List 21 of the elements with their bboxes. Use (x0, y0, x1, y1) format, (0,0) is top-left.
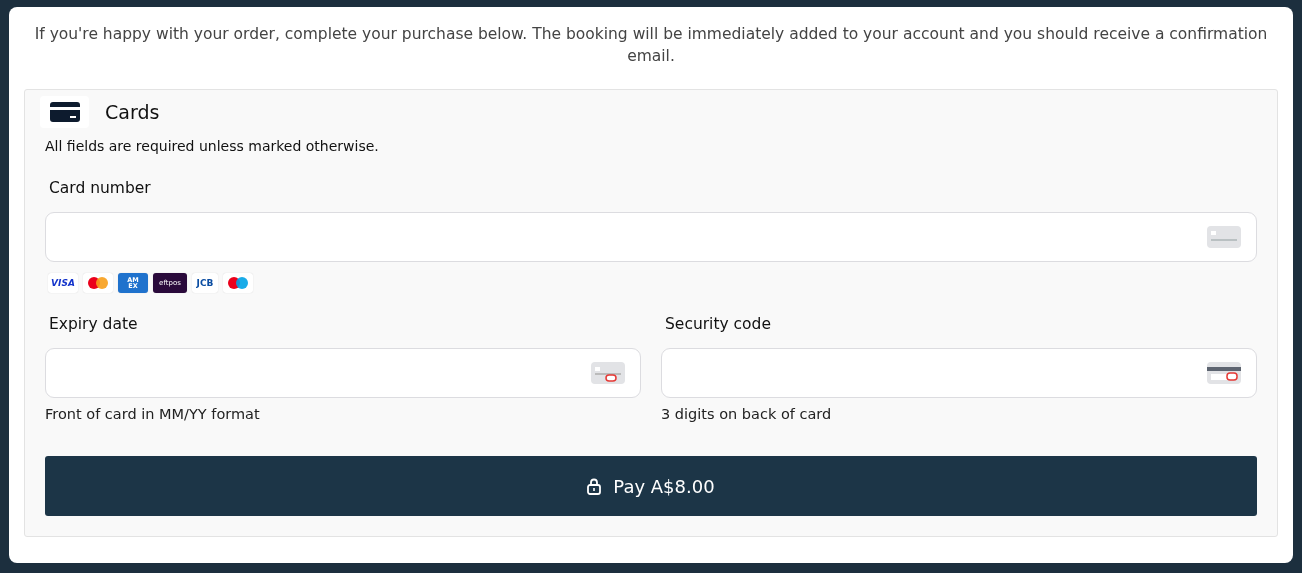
section-title: Cards (105, 101, 160, 123)
intro-text: If you're happy with your order, complete your purchase below. The booking will be immediately added to your account and you should receive a confirmation email. (34, 24, 1268, 67)
card-brand-logo: JCB (192, 273, 218, 293)
lock-icon (587, 477, 602, 495)
required-note: All fields are required unless marked otherwise. (45, 138, 380, 154)
maestro-icon (223, 273, 253, 293)
card-icon (1207, 226, 1241, 248)
field-label: Card number (49, 179, 152, 197)
security-code-field[interactable] (661, 348, 1257, 398)
field-hint: Front of card in MM/YY format (45, 406, 261, 422)
mastercard-icon (83, 273, 113, 293)
pay-button[interactable]: Pay A$8.00 (45, 456, 1257, 516)
field-hint: 3 digits on back of card (661, 406, 833, 422)
card-number-field[interactable] (45, 212, 1257, 262)
card-front-icon (591, 362, 625, 384)
credit-card-icon (40, 96, 89, 128)
field-label: Expiry date (49, 315, 139, 333)
card-back-icon (1207, 362, 1241, 384)
field-label: Security code (665, 315, 772, 333)
card-brand-logo: VISA (48, 273, 78, 293)
expiry-date-field[interactable] (45, 348, 641, 398)
